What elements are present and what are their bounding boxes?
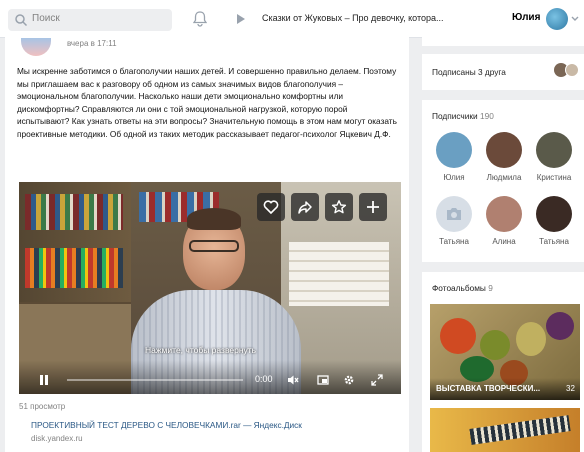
add-video-button[interactable] bbox=[359, 193, 387, 221]
video-frame-person-hair bbox=[187, 208, 241, 230]
chevron-down-icon[interactable] bbox=[571, 16, 579, 22]
now-playing-track[interactable]: Сказки от Жуковых – Про девочку, котора.… bbox=[262, 13, 472, 23]
expand-hint[interactable]: Нажмите, чтобы развернуть bbox=[145, 345, 256, 355]
bookmark-video-button[interactable] bbox=[325, 193, 353, 221]
camera-icon bbox=[447, 208, 461, 220]
subscriber-item[interactable]: Людмила bbox=[479, 132, 529, 182]
video-frame-papers bbox=[289, 242, 389, 306]
subscriber-name: Людмила bbox=[486, 173, 522, 182]
video-time: 0:00 bbox=[255, 374, 273, 384]
post-text: Мы искренне заботимся о благополучии наш… bbox=[17, 66, 397, 139]
video-controls: 0:00 bbox=[19, 360, 401, 394]
subscriber-name: Алина bbox=[492, 237, 516, 246]
pause-icon[interactable] bbox=[39, 375, 49, 385]
share-video-button[interactable] bbox=[291, 193, 319, 221]
plus-icon bbox=[367, 201, 379, 213]
subscriber-name: Татьяна bbox=[439, 237, 469, 246]
like-video-button[interactable] bbox=[257, 193, 285, 221]
play-icon[interactable] bbox=[236, 13, 246, 25]
subscriber-item[interactable]: Кристина bbox=[529, 132, 579, 182]
view-count: 51 просмотр bbox=[19, 402, 66, 411]
album-cover-shape bbox=[546, 312, 574, 340]
top-header: Поиск Сказки от Жуковых – Про девочку, к… bbox=[0, 0, 584, 38]
star-icon bbox=[331, 200, 347, 214]
subscriber-item[interactable]: Татьяна bbox=[529, 196, 579, 246]
search-icon bbox=[15, 14, 28, 27]
photo-albums-label: Фотоальбомы bbox=[432, 283, 486, 293]
avatar bbox=[436, 132, 472, 168]
album-title: ВЫСТАВКА ТВОРЧЕСКИ... bbox=[436, 384, 541, 393]
attachment-host[interactable]: disk.yandex.ru bbox=[31, 434, 83, 443]
subscriber-name: Кристина bbox=[536, 173, 572, 182]
avatar bbox=[486, 196, 522, 232]
album-cover-shape bbox=[440, 318, 476, 354]
photo-album[interactable] bbox=[430, 408, 580, 452]
video-player[interactable]: Нажмите, чтобы развернуть 0:00 bbox=[19, 182, 401, 394]
post-time[interactable]: вчера в 17:11 bbox=[67, 39, 117, 48]
video-frame-person-glasses bbox=[189, 240, 239, 252]
subscriber-name: Татьяна bbox=[539, 237, 569, 246]
miniplayer-icon[interactable] bbox=[317, 374, 329, 386]
subscriber-item[interactable]: Татьяна bbox=[429, 196, 479, 246]
author-avatar[interactable] bbox=[21, 38, 51, 56]
mute-icon[interactable] bbox=[287, 374, 299, 386]
subscribers-label: Подписчики bbox=[432, 111, 478, 121]
photo-albums-card: Фотоальбомы 9 ВЫСТАВКА ТВОРЧЕСКИ... 32 bbox=[422, 272, 584, 452]
video-frame-books bbox=[25, 194, 123, 230]
user-name[interactable]: Юлия bbox=[512, 12, 540, 23]
attachment-link[interactable]: ПРОЕКТИВНЫЙ ТЕСТ ДЕРЕВО С ЧЕЛОВЕЧКАМИ.ra… bbox=[31, 420, 302, 430]
avatar[interactable] bbox=[565, 63, 579, 77]
profile-card-top bbox=[422, 34, 584, 46]
fullscreen-icon[interactable] bbox=[371, 374, 383, 386]
subscriber-item[interactable]: Алина bbox=[479, 196, 529, 246]
avatar bbox=[536, 196, 572, 232]
album-cover-shape bbox=[469, 415, 571, 445]
subscriber-name: Юлия bbox=[443, 173, 465, 182]
album-photo-count: 32 bbox=[566, 384, 575, 393]
video-progress-bar[interactable] bbox=[67, 379, 243, 381]
subscribed-friends-card[interactable]: Подписаны 3 друга bbox=[422, 54, 584, 90]
photo-albums-count: 9 bbox=[488, 283, 493, 293]
wall-post: вчера в 17:11 Мы искренне заботимся о бл… bbox=[5, 34, 409, 452]
avatar bbox=[436, 196, 472, 232]
subscribed-friends-label[interactable]: Подписаны 3 друга bbox=[432, 67, 506, 77]
subscribers-header[interactable]: Подписчики 190 bbox=[432, 111, 494, 121]
heart-icon bbox=[263, 200, 279, 215]
avatar bbox=[536, 132, 572, 168]
avatar[interactable] bbox=[546, 8, 568, 30]
avatar bbox=[486, 132, 522, 168]
photo-album[interactable]: ВЫСТАВКА ТВОРЧЕСКИ... 32 bbox=[430, 304, 580, 400]
subscriber-item[interactable]: Юлия bbox=[429, 132, 479, 182]
subscribers-count: 190 bbox=[479, 111, 494, 121]
album-cover-shape bbox=[516, 322, 546, 356]
search-placeholder: Поиск bbox=[32, 13, 60, 24]
photo-albums-header[interactable]: Фотоальбомы 9 bbox=[432, 283, 493, 293]
search-input[interactable]: Поиск bbox=[8, 9, 172, 31]
share-icon bbox=[298, 201, 312, 214]
gear-icon[interactable] bbox=[343, 374, 355, 386]
video-frame-books-lower bbox=[25, 248, 123, 288]
album-cover-shape bbox=[480, 330, 510, 360]
subscribers-card: Подписчики 190 Юлия Людмила Кристина Тат… bbox=[422, 100, 584, 262]
bell-icon[interactable] bbox=[193, 11, 207, 27]
